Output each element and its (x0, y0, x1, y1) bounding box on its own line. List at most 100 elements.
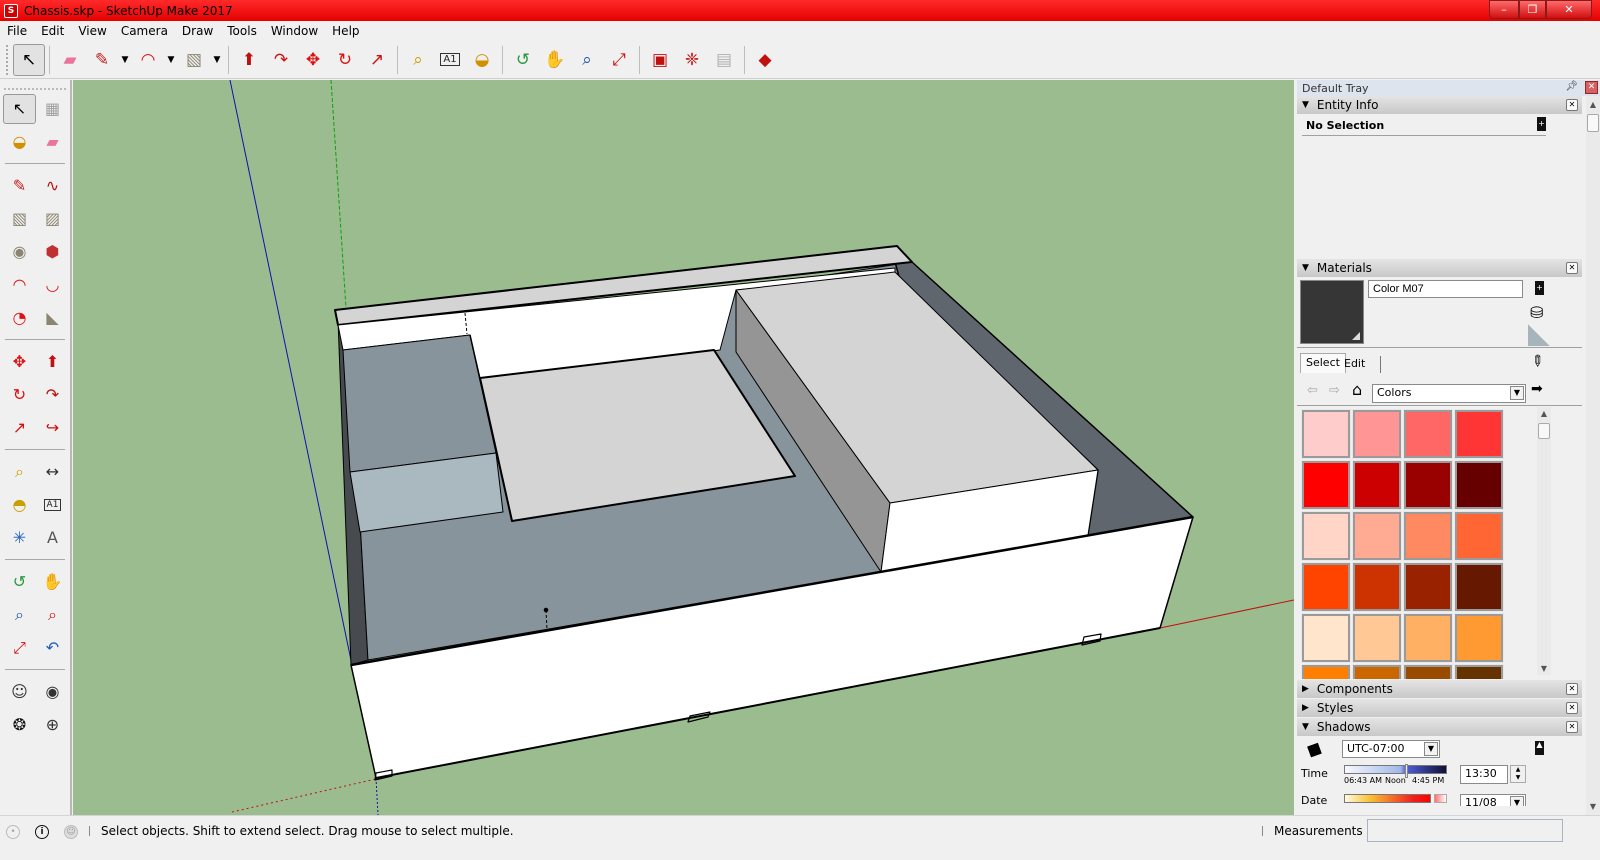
color-swatch[interactable] (1454, 664, 1504, 679)
styles-close-button[interactable]: ✕ (1566, 702, 1578, 714)
color-swatch[interactable] (1352, 409, 1402, 459)
color-swatch[interactable] (1301, 562, 1351, 612)
follow-me-button[interactable]: ↷ (36, 380, 69, 410)
color-swatch[interactable] (1403, 460, 1453, 510)
rotate-button[interactable]: ↻ (3, 380, 36, 410)
entity-info-header[interactable]: ▼ Entity Info ✕ (1297, 96, 1582, 114)
shadow-toggle-icon[interactable]: ■ (1304, 738, 1323, 760)
offset-button[interactable]: ↪ (36, 413, 69, 443)
scroll-thumb[interactable] (1587, 114, 1599, 132)
color-swatch[interactable] (1352, 460, 1402, 510)
previous-view-button[interactable]: ↶ (36, 633, 69, 663)
color-swatch[interactable] (1301, 460, 1351, 510)
components-header[interactable]: ▶ Components ✕ (1297, 680, 1582, 698)
color-swatch[interactable] (1454, 562, 1504, 612)
color-swatch[interactable] (1403, 613, 1453, 663)
back-arrow-icon[interactable]: ⇦ (1307, 383, 1318, 398)
scroll-up-icon[interactable]: ▲ (1537, 409, 1551, 418)
dropdown-arrow-icon[interactable]: ▼ (164, 55, 178, 65)
color-swatch[interactable] (1403, 664, 1453, 679)
chassis-model[interactable] (334, 245, 1194, 781)
details-toggle-icon[interactable]: ▲ (1535, 741, 1544, 755)
zoom-extents-button[interactable]: ⤢ (3, 633, 36, 663)
date-slider[interactable] (1344, 794, 1431, 803)
share-model-button[interactable]: ▤ (708, 44, 740, 76)
credits-icon[interactable]: i (35, 825, 49, 839)
time-field[interactable]: 13:30 (1460, 765, 1508, 784)
shadows-header[interactable]: ▼ Shadows ✕ (1297, 718, 1582, 736)
materials-header[interactable]: ▼ Materials ✕ (1297, 259, 1582, 277)
menu-camera[interactable]: Camera (114, 24, 175, 38)
dropdown-arrow-icon[interactable]: ▼ (1510, 386, 1524, 400)
details-toggle-icon[interactable]: + (1535, 281, 1544, 295)
rectangle-button[interactable]: ▧ (178, 44, 210, 76)
text-button[interactable]: A1 (36, 490, 69, 520)
color-swatch[interactable] (1352, 511, 1402, 561)
eraser-button[interactable]: ▰ (54, 44, 86, 76)
pie-button[interactable]: ◣ (36, 303, 69, 333)
menu-edit[interactable]: Edit (34, 24, 71, 38)
model-viewport[interactable] (73, 80, 1294, 815)
circle-button[interactable]: ◉ (3, 237, 36, 267)
timezone-dropdown[interactable]: UTC-07:00 ▼ (1342, 740, 1440, 758)
default-material-icon[interactable] (1528, 324, 1550, 346)
pencil-button[interactable]: ✎ (86, 44, 118, 76)
model-canvas[interactable] (73, 80, 1294, 815)
menu-draw[interactable]: Draw (175, 24, 220, 38)
dropdown-arrow-icon[interactable]: ▼ (1424, 742, 1438, 756)
color-swatch[interactable] (1352, 562, 1402, 612)
pan-button[interactable]: ✋ (36, 567, 69, 597)
close-button[interactable]: ✕ (1546, 0, 1592, 19)
toolbar-grip[interactable] (4, 82, 66, 90)
maximize-button[interactable]: ❐ (1519, 0, 1546, 19)
look-around-button[interactable]: ◉ (36, 677, 69, 707)
color-swatch[interactable] (1352, 613, 1402, 663)
ruby-console-button[interactable]: ◆ (749, 44, 781, 76)
geolocation-icon[interactable]: • (6, 825, 20, 839)
dropdown-arrow-icon[interactable]: ▼ (118, 55, 132, 65)
pan-button[interactable]: ✋ (539, 44, 571, 76)
color-swatch[interactable] (1301, 409, 1351, 459)
3d-text-button[interactable]: A (36, 523, 69, 553)
zoom-extents-button[interactable]: ⤢ (603, 44, 635, 76)
follow-me-button[interactable]: ↷ (265, 44, 297, 76)
zoom-window-button[interactable]: ⌕ (36, 600, 69, 630)
tape-measure-button[interactable]: ⌕ (3, 457, 36, 487)
text-button[interactable]: A1 (434, 44, 466, 76)
scale-button[interactable]: ↗ (3, 413, 36, 443)
tab-select[interactable]: Select (1300, 353, 1346, 373)
toolbar-grip[interactable] (6, 44, 9, 75)
move-button[interactable]: ✥ (3, 347, 36, 377)
rotated-rectangle-button[interactable]: ▨ (36, 204, 69, 234)
scale-button[interactable]: ↗ (361, 44, 393, 76)
push-pull-button[interactable]: ⬆ (36, 347, 69, 377)
color-swatch[interactable] (1301, 511, 1351, 561)
orbit-button[interactable]: ↺ (3, 567, 36, 597)
scroll-down-icon[interactable]: ▼ (1586, 802, 1600, 811)
entity-info-close-button[interactable]: ✕ (1566, 99, 1578, 111)
color-swatch[interactable] (1403, 562, 1453, 612)
push-pull-button[interactable]: ⬆ (233, 44, 265, 76)
menu-window[interactable]: Window (264, 24, 325, 38)
time-spinner[interactable]: ▲ ▼ (1510, 765, 1526, 783)
paint-bucket-button[interactable]: ◒ (466, 44, 498, 76)
3point-arc-button[interactable]: ◔ (3, 303, 36, 333)
swatch-scrollbar[interactable]: ▲ ▼ (1537, 407, 1551, 675)
menu-file[interactable]: File (0, 24, 34, 38)
material-name-field[interactable] (1368, 280, 1523, 298)
color-swatch[interactable] (1352, 664, 1402, 679)
make-component-button[interactable]: ▦ (36, 94, 69, 124)
color-swatch[interactable] (1454, 460, 1504, 510)
components-close-button[interactable]: ✕ (1566, 683, 1578, 695)
line-button[interactable]: ✎ (3, 171, 36, 201)
home-icon[interactable]: ⌂ (1352, 380, 1362, 399)
eyedropper-icon[interactable]: ✎ (1526, 350, 1548, 372)
orbit-button[interactable]: ↺ (507, 44, 539, 76)
zoom-button[interactable]: ⌕ (3, 600, 36, 630)
select-button[interactable]: ↖ (3, 93, 36, 124)
minimize-button[interactable]: – (1489, 0, 1519, 19)
rectangle-button[interactable]: ▧ (3, 204, 36, 234)
polygon-button[interactable]: ⬢ (36, 237, 69, 267)
color-swatch[interactable] (1454, 409, 1504, 459)
dimension-button[interactable]: ↔ (36, 457, 69, 487)
